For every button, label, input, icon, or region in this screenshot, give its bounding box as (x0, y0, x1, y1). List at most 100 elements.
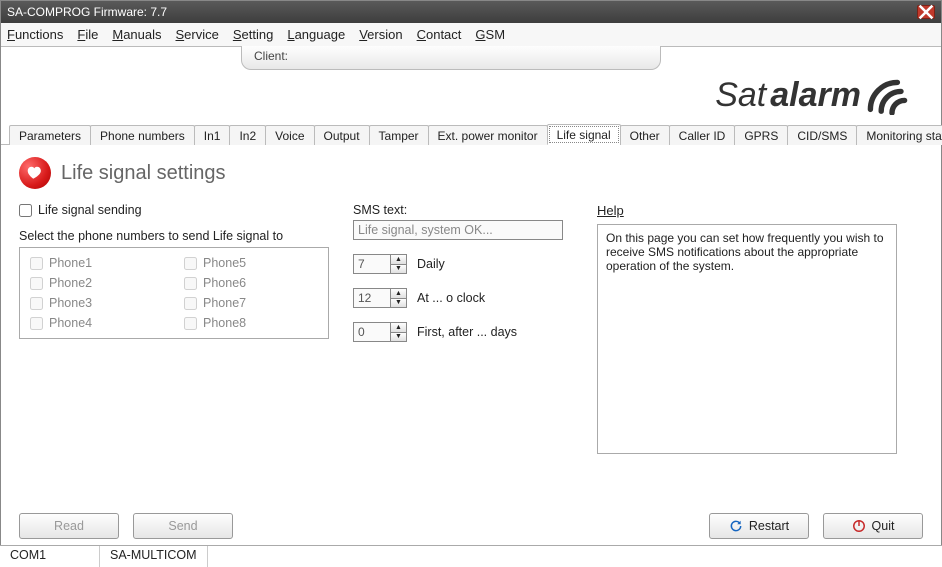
tab-content: Life signal settings Life signal sending… (1, 145, 941, 505)
menu-version[interactable]: Version (359, 27, 402, 42)
tab-strip: ParametersPhone numbersIn1In2VoiceOutput… (1, 123, 941, 145)
phone-label-6: Phone6 (203, 276, 246, 290)
menu-contact[interactable]: Contact (417, 27, 462, 42)
menu-manuals[interactable]: Manuals (112, 27, 161, 42)
phone-checkbox-7[interactable]: Phone7 (184, 296, 318, 310)
phone-label-7: Phone7 (203, 296, 246, 310)
tab-in1[interactable]: In1 (194, 125, 231, 145)
heart-icon (19, 157, 51, 189)
logo: Satalarm (715, 75, 919, 115)
phone-checkbox-3[interactable]: Phone3 (30, 296, 164, 310)
phone-checkbox-input-4[interactable] (30, 317, 43, 330)
phone-checkbox-input-3[interactable] (30, 297, 43, 310)
tab-parameters[interactable]: Parameters (9, 125, 91, 145)
page-header: Life signal settings (19, 157, 923, 189)
phone-checkbox-4[interactable]: Phone4 (30, 316, 164, 330)
spinner-input-0[interactable] (354, 255, 390, 273)
spinner-row-0: ▲▼Daily (353, 254, 573, 274)
client-tab: Client: (241, 46, 661, 70)
phone-label-8: Phone8 (203, 316, 246, 330)
spinner-label-1: At ... o clock (417, 291, 485, 305)
read-button[interactable]: Read (19, 513, 119, 539)
phone-checkbox-1[interactable]: Phone1 (30, 256, 164, 270)
tab-in2[interactable]: In2 (229, 125, 266, 145)
tab-ext-power-monitor[interactable]: Ext. power monitor (428, 125, 548, 145)
menu-service[interactable]: Service (176, 27, 219, 42)
spinner-up-0[interactable]: ▲ (391, 255, 406, 265)
tab-phone-numbers[interactable]: Phone numbers (90, 125, 195, 145)
menu-bar: Functions File Manuals Service Setting L… (1, 23, 941, 47)
phone-checkbox-6[interactable]: Phone6 (184, 276, 318, 290)
phone-checkbox-5[interactable]: Phone5 (184, 256, 318, 270)
spinner-up-2[interactable]: ▲ (391, 323, 406, 333)
phone-checkbox-input-8[interactable] (184, 317, 197, 330)
status-bar: COM1 SA-MULTICOM (0, 545, 942, 567)
menu-setting[interactable]: Setting (233, 27, 273, 42)
phone-checkbox-input-5[interactable] (184, 257, 197, 270)
help-box[interactable]: On this page you can set how frequently … (597, 224, 897, 454)
phone-checkbox-input-1[interactable] (30, 257, 43, 270)
spinner-down-2[interactable]: ▼ (391, 333, 406, 342)
phone-checkbox-input-2[interactable] (30, 277, 43, 290)
spinner-0[interactable]: ▲▼ (353, 254, 407, 274)
status-device: SA-MULTICOM (100, 546, 208, 567)
spinner-row-1: ▲▼ At ... o clock (353, 288, 573, 308)
spinner-row-2: ▲▼ First, after ... days (353, 322, 573, 342)
menu-gsm[interactable]: GSM (475, 27, 505, 42)
phone-checkbox-8[interactable]: Phone8 (184, 316, 318, 330)
menu-language[interactable]: Language (287, 27, 345, 42)
phone-checkbox-2[interactable]: Phone2 (30, 276, 164, 290)
life-signal-sending-input[interactable] (19, 204, 32, 217)
spinner-label-2: First, after ... days (417, 325, 517, 339)
phone-group-label: Select the phone numbers to send Life si… (19, 229, 329, 243)
spinner-input-1[interactable] (354, 289, 390, 307)
tab-caller-id[interactable]: Caller ID (669, 125, 736, 145)
window-title: SA-COMPROG Firmware: 7.7 (7, 5, 167, 19)
spinner-up-1[interactable]: ▲ (391, 289, 406, 299)
spinner-input-2[interactable] (354, 323, 390, 341)
phone-label-1: Phone1 (49, 256, 92, 270)
tab-other[interactable]: Other (620, 125, 670, 145)
tab-output[interactable]: Output (314, 125, 370, 145)
close-button[interactable] (917, 5, 935, 19)
phone-label-2: Phone2 (49, 276, 92, 290)
spinner-down-0[interactable]: ▼ (391, 265, 406, 274)
client-label: Client: (254, 49, 288, 63)
tab-monitoring-station[interactable]: Monitoring station (856, 125, 942, 145)
life-signal-sending-checkbox[interactable]: Life signal sending (19, 203, 329, 217)
help-label: Help (597, 203, 923, 218)
spinner-down-1[interactable]: ▼ (391, 299, 406, 308)
logo-row: Satalarm (1, 67, 941, 123)
wave-icon (865, 75, 919, 115)
restart-button[interactable]: Restart (709, 513, 809, 539)
tab-voice[interactable]: Voice (265, 125, 314, 145)
send-button[interactable]: Send (133, 513, 233, 539)
button-row: Read Send Restart Quit (1, 513, 941, 539)
sms-text-label: SMS text: (353, 203, 573, 217)
phone-checkbox-input-6[interactable] (184, 277, 197, 290)
phone-label-3: Phone3 (49, 296, 92, 310)
menu-file[interactable]: File (77, 27, 98, 42)
status-port: COM1 (0, 546, 100, 567)
left-column: Life signal sending Select the phone num… (19, 203, 329, 454)
quit-button[interactable]: Quit (823, 513, 923, 539)
phone-checkbox-input-7[interactable] (184, 297, 197, 310)
life-signal-sending-label: Life signal sending (38, 203, 142, 217)
logo-text-alarm: alarm (770, 76, 861, 115)
phone-label-4: Phone4 (49, 316, 92, 330)
menu-functions[interactable]: Functions (7, 27, 63, 42)
sms-text-input[interactable] (353, 220, 563, 240)
tab-tamper[interactable]: Tamper (369, 125, 429, 145)
tab-life-signal[interactable]: Life signal (547, 124, 621, 145)
page-title: Life signal settings (61, 162, 226, 185)
phone-label-5: Phone5 (203, 256, 246, 270)
refresh-icon (729, 519, 743, 533)
right-column: Help On this page you can set how freque… (597, 203, 923, 454)
spinner-2[interactable]: ▲▼ (353, 322, 407, 342)
client-strip: Client: (1, 47, 941, 75)
phone-selection-box: Phone1 Phone5 Phone2 Phone6 Phone3 Phone7 Phon… (19, 247, 329, 339)
tab-gprs[interactable]: GPRS (734, 125, 788, 145)
tab-cid-sms[interactable]: CID/SMS (787, 125, 857, 145)
spinner-1[interactable]: ▲▼ (353, 288, 407, 308)
logo-text-sat: Sat (715, 76, 766, 115)
